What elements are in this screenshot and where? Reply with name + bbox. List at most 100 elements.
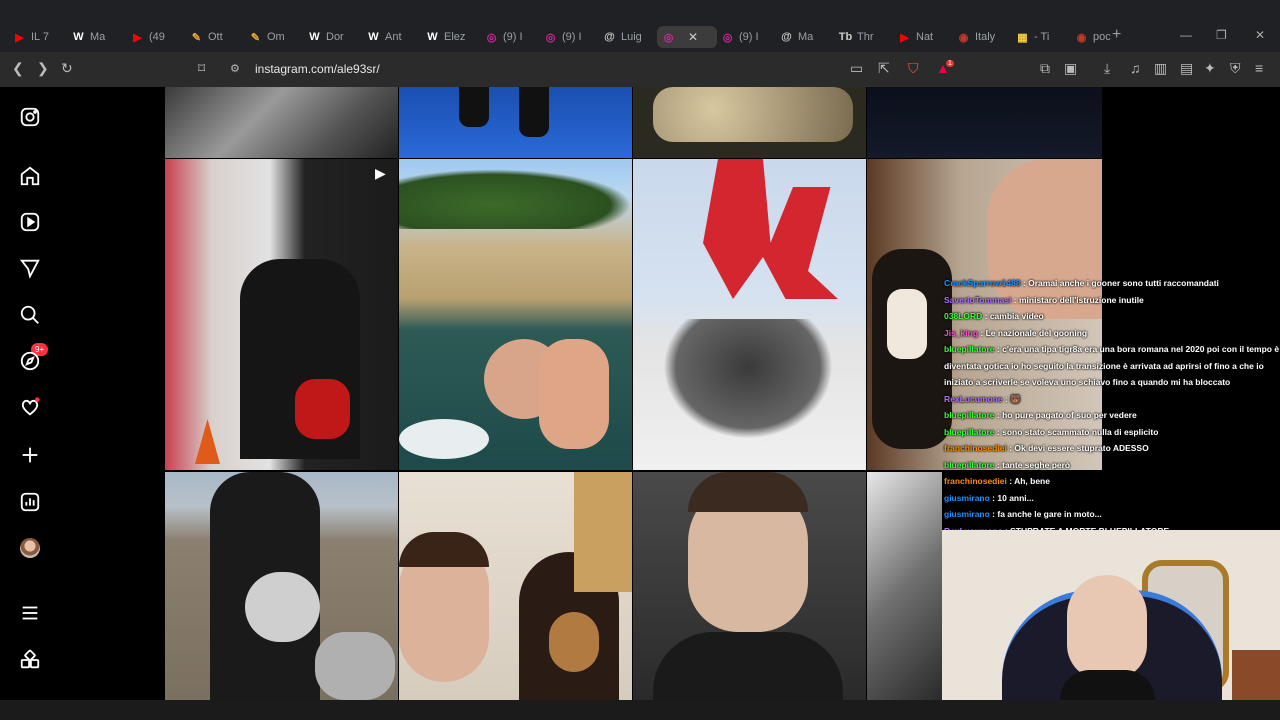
chat-text: ho pure pagato of suo per vedere [1002,410,1137,420]
reels-icon[interactable] [19,211,41,233]
close-window-icon[interactable]: ✕ [1255,28,1265,42]
browser-tab[interactable]: ✎ Om [244,26,304,48]
chat-message: CrackSparrow1488 : Oramai anche i gooner… [944,275,1280,292]
bookmark-icon: ✎ [250,31,261,44]
forward-icon[interactable]: ❯ [37,60,49,77]
chat-message: 038LORD : cambia video [944,308,1280,325]
chat-separator: : [1011,294,1019,305]
instagram-icon: ◎ [722,31,733,44]
browser-tab[interactable]: ▦ - Ti [1011,26,1071,48]
post-tile[interactable] [399,472,632,700]
browser-tab[interactable]: Tb Thr [834,26,894,48]
chat-username: bluepillatore [944,410,995,420]
post-tile[interactable] [867,87,1102,158]
post-tile[interactable] [633,472,866,700]
instagram-sidebar: 9+ [0,87,62,700]
reload-icon[interactable]: ↻ [61,60,73,77]
browser-tab[interactable]: @ Luig [598,26,658,48]
browser-tab[interactable]: ▶ (49 [126,26,186,48]
chat-text: sono stato scammato nulla di esplicito [1002,426,1159,437]
tab-label: (9) I [503,31,523,43]
chat-text: Oramai anche i gooner sono tutti raccoma… [1028,278,1219,288]
browser-tab[interactable]: W Ant [362,26,422,48]
browser-tab[interactable]: @ Ma [775,26,835,48]
chat-message: SaverioTommasi : ministaro dell'istruzio… [944,292,1280,309]
instagram-icon: ◎ [663,31,674,44]
vpn-icon[interactable]: ⛨ [1230,60,1241,77]
extensions-icon[interactable]: ⧉ [1040,60,1050,77]
browser-tab[interactable]: ▶ IL 7 [8,26,68,48]
create-icon[interactable] [19,444,41,466]
profile-avatar[interactable] [20,538,40,558]
new-tab-button[interactable]: + [1112,26,1121,44]
notifications-heart-icon[interactable] [19,396,41,418]
sidebar-icon[interactable]: ▥ [1154,60,1167,77]
tab-label: Luig [621,31,642,43]
bookmark-icon[interactable]: ⌑ [198,60,205,77]
chat-text: Ok devi essere stuprato ADESSO [1014,443,1149,453]
chat-username: giusmirano [944,492,990,503]
explore-icon[interactable] [19,350,41,372]
chat-separator: : [978,327,986,338]
minimize-icon[interactable]: — [1180,28,1192,42]
browser-tab[interactable]: W Dor [303,26,363,48]
post-tile[interactable] [633,87,866,158]
tab-label: (49 [149,31,165,43]
leo-icon[interactable]: ✦ [1204,60,1216,77]
dashboard-icon[interactable] [19,491,41,513]
chat-username: SaverioTommasi [944,294,1012,305]
browser-tab[interactable]: ◎ (9) I [539,26,599,48]
post-tile[interactable] [165,87,398,158]
browser-tab[interactable]: W Elez [421,26,481,48]
tab-active[interactable]: ◎ ✕ [657,26,717,48]
chat-username: RexLucumone [944,393,1003,404]
browser-tab[interactable]: ▶ Nat [893,26,953,48]
browser-tab[interactable]: ◎ (9) I [480,26,540,48]
chat-separator: : [994,410,1003,420]
close-tab-icon[interactable]: ✕ [688,30,698,44]
direct-messages-icon[interactable] [19,257,41,279]
post-tile[interactable] [867,472,942,700]
restore-icon[interactable]: ❐ [1216,28,1227,42]
post-tile[interactable] [633,159,866,470]
also-from-meta-icon[interactable] [19,649,41,671]
more-menu-icon[interactable] [19,602,41,624]
wikipedia-icon: W [73,31,84,43]
chat-text: Le nazionale del gooning [985,327,1088,338]
home-icon[interactable] [19,165,41,187]
chat-separator: : [982,311,990,321]
chat-username: CrackSparrow1488 [944,278,1021,288]
text-icon: Tb [838,31,853,43]
share-icon[interactable]: ⇱ [878,60,890,77]
post-tile-reel[interactable] [165,159,398,470]
wallet-icon[interactable]: ▤ [1180,60,1193,77]
tab-label: Thr [857,31,874,43]
cast-icon[interactable]: ▭ [850,60,863,77]
post-tile[interactable] [165,472,398,700]
chat-separator: : [994,426,1003,437]
chat-message: giusmirano : 10 anni... [944,490,1280,507]
browser-tab[interactable]: ✎ Ott [185,26,245,48]
site-settings-icon[interactable]: ⚙ [230,62,240,75]
wikipedia-icon: W [309,31,320,43]
music-icon[interactable]: ♫ [1130,60,1141,76]
menu-icon[interactable]: ≡ [1255,60,1263,76]
post-tile[interactable] [399,159,632,470]
search-icon[interactable] [19,304,41,326]
address-bar[interactable]: instagram.com/ale93sr/ [255,62,380,76]
post-tile[interactable] [399,87,632,158]
screenshot-icon[interactable]: ▣ [1064,60,1077,77]
back-icon[interactable]: ❮ [12,60,24,77]
download-icon[interactable]: ⤓ [1104,60,1110,77]
chat-message: bluepillatore : sono stato scammato null… [944,424,1280,441]
instagram-logo-icon[interactable] [19,106,41,128]
chat-message: giusmirano : fa anche le gare in moto... [944,506,1280,523]
youtube-icon: ▶ [15,31,24,44]
browser-tab[interactable]: W Ma [67,26,127,48]
brave-shield-icon[interactable]: ⛉ [908,60,919,77]
threads-icon: @ [781,31,792,43]
chat-text: fa anche le gare in moto... [997,509,1102,519]
browser-tab[interactable]: ◉ Italy [952,26,1012,48]
instagram-icon: ◎ [545,31,556,44]
browser-tab[interactable]: ◎ (9) I [716,26,776,48]
